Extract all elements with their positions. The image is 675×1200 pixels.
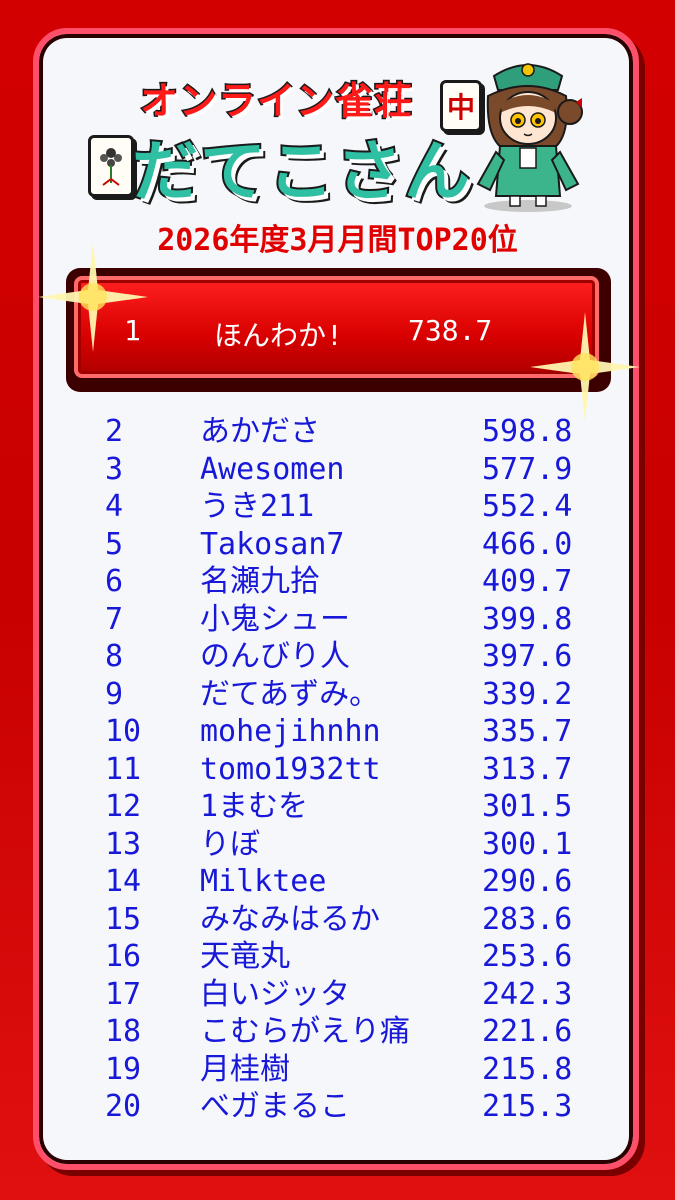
player-name: べガまるこ [200,1089,350,1124]
list-item: 16 天竜丸 253.6 [0,939,675,975]
flower-tile-icon [88,135,134,197]
player-score: 466.0 [482,526,573,562]
list-item: 17 白いジッタ 242.3 [0,977,675,1013]
logo-line2: だてこさん [130,131,472,212]
rank-number: 17 [105,976,142,1012]
player-name: りぼ [200,826,260,862]
rank-number: 14 [105,864,142,899]
rank-number: 2 [105,414,124,449]
list-item: 18 こむらがえり痛 221.6 [0,1014,675,1050]
first-place-name: ほんわか! [214,319,343,352]
player-name: tomo1932tt [200,751,381,787]
rank-number: 4 [105,489,124,524]
rank-number: 15 [105,901,142,937]
logo-line1: オンライン雀荘 [138,78,414,125]
player-score: 290.6 [482,864,573,899]
mascot-character [476,63,583,212]
rank-number: 6 [105,564,124,599]
list-item: 5 Takosan7 466.0 [0,527,675,563]
player-score: 221.6 [482,1014,573,1049]
player-score: 313.7 [482,751,573,787]
player-score: 339.2 [482,676,573,712]
rank-number: 18 [105,1014,142,1049]
rank-number: 13 [105,826,142,862]
list-item: 9 だてあずみ。 339.2 [0,677,675,713]
player-score: 283.6 [482,901,573,937]
player-name: こむらがえり痛 [200,1014,410,1049]
player-score: 335.7 [482,714,573,749]
player-name: Takosan7 [200,526,345,562]
list-item: 20 べガまるこ 215.3 [0,1089,675,1125]
player-name: 天竜丸 [200,939,290,974]
first-place-score: 738.7 [408,314,493,347]
rank-number: 7 [105,601,124,637]
player-score: 215.8 [482,1051,573,1087]
player-name: Milktee [200,864,327,899]
player-score: 253.6 [482,939,573,974]
rank-number: 5 [105,526,124,562]
player-score: 215.3 [482,1089,573,1124]
player-name: のんびり人 [200,639,350,674]
player-name: だてあずみ。 [200,676,380,712]
player-score: 409.7 [482,564,573,599]
sparkle-icon [38,242,148,352]
list-item: 8 のんびり人 397.6 [0,639,675,675]
player-score: 300.1 [482,826,573,862]
player-name: うき211 [200,489,315,524]
player-name: 月桂樹 [200,1051,290,1087]
rank-number: 20 [105,1089,142,1124]
player-name: あかださ [200,414,320,449]
list-item: 3 Awesomen 577.9 [0,452,675,488]
player-score: 301.5 [482,789,573,824]
player-score: 552.4 [482,489,573,524]
player-name: 小鬼シュー [200,601,350,637]
rank-number: 16 [105,939,142,974]
player-score: 242.3 [482,976,573,1012]
list-item: 12 1まむを 301.5 [0,789,675,825]
list-item: 4 うき211 552.4 [0,489,675,525]
player-name: 1まむを [200,789,309,824]
player-score: 577.9 [482,451,573,487]
list-item: 11 tomo1932tt 313.7 [0,752,675,788]
list-item: 14 Milktee 290.6 [0,864,675,900]
list-item: 10 mohejihnhn 335.7 [0,714,675,750]
list-item: 13 りぼ 300.1 [0,827,675,863]
player-name: みなみはるか [200,901,380,937]
list-item: 7 小鬼シュー 399.8 [0,602,675,638]
rank-number: 19 [105,1051,142,1087]
rank-number: 9 [105,676,124,712]
list-item: 19 月桂樹 215.8 [0,1052,675,1088]
player-score: 399.8 [482,601,573,637]
player-name: Awesomen [200,451,345,487]
rank-number: 11 [105,751,142,787]
player-name: 白いジッタ [200,976,350,1012]
rank-number: 10 [105,714,142,749]
flower-icon [100,148,122,186]
rank-number: 3 [105,451,124,487]
list-item: 15 みなみはるか 283.6 [0,902,675,938]
player-score: 598.8 [482,414,573,449]
list-item: 2 あかださ 598.8 [0,414,675,450]
rank-number: 12 [105,789,142,824]
list-item: 6 名瀬九拾 409.7 [0,564,675,600]
player-score: 397.6 [482,639,573,674]
rank-number: 8 [105,639,124,674]
sparkle-icon [530,312,640,422]
player-name: mohejihnhn [200,714,381,749]
player-name: 名瀬九拾 [200,564,320,599]
